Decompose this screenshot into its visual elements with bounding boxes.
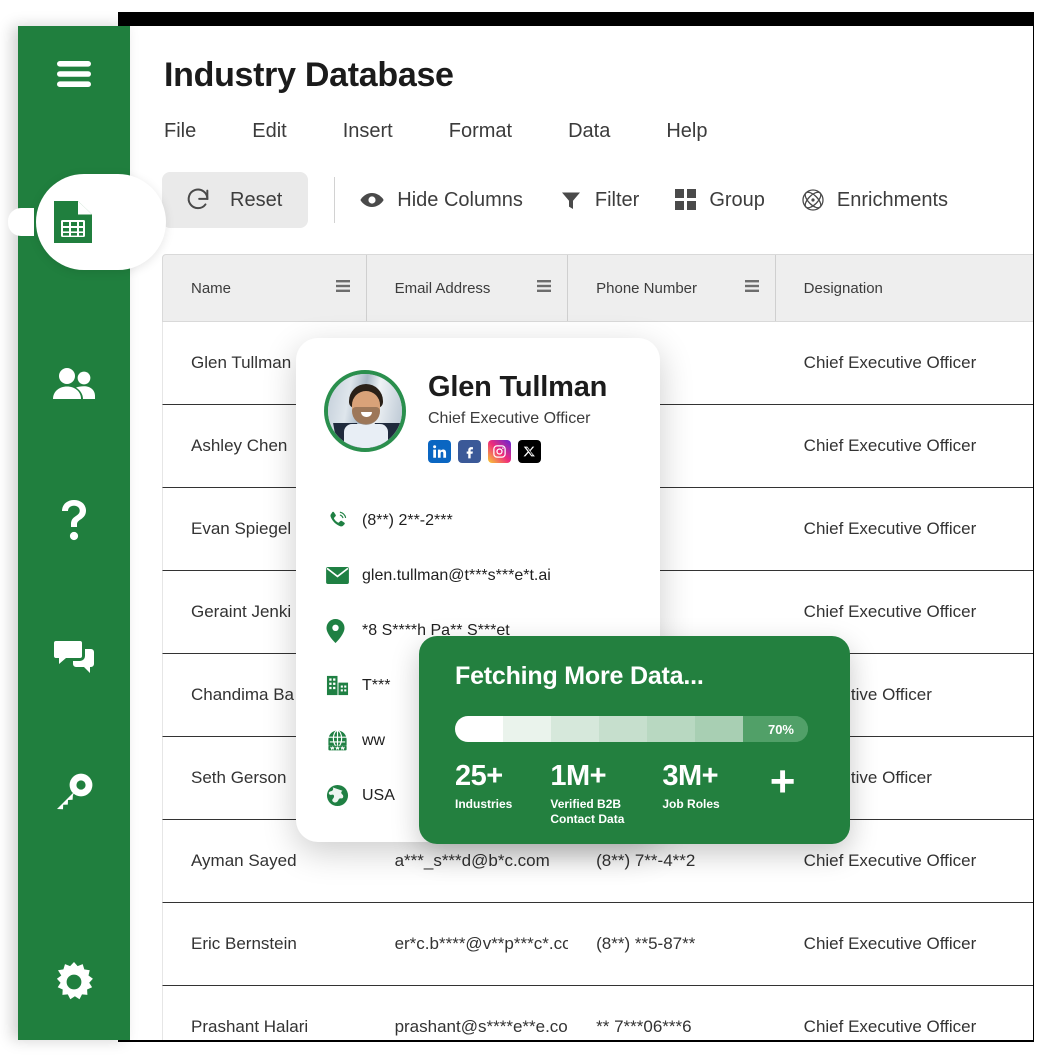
table-header-row: Name Email Address Phone Number Designat… [162,254,1033,322]
cell-designation: Chief Executive Officer [803,934,977,953]
globe-www-icon [326,729,362,752]
contact-detail-email: glen.tullman@t***s***e*t.ai [326,548,660,603]
column-menu-icon[interactable] [537,279,552,298]
eye-icon [359,187,385,213]
reset-label: Reset [230,188,283,211]
column-header-label: Name [191,279,232,297]
sidebar-item-spreadsheet[interactable] [8,174,166,270]
column-header-label: Email Address [394,279,491,297]
contact-website-value: ww [362,731,386,749]
contact-card-header: Glen Tullman Chief Executive Officer [296,338,660,464]
stat-number: 25+ [455,760,503,792]
facebook-icon[interactable] [458,440,481,464]
grid-icon [675,189,697,211]
progress-percent: 70% [767,721,794,737]
column-header-designation[interactable]: Designation [776,255,1033,321]
fetching-title: Fetching More Data... [455,662,704,690]
building-icon [326,674,362,697]
stat-verified-contacts: 1M+ Verified B2B Contact Data [550,762,624,827]
cell-designation: Chief Executive Officer [803,519,977,538]
sidebar-item-api-key[interactable] [46,764,102,820]
cell-name: Eric Bernstein [191,934,297,953]
envelope-icon [326,566,362,585]
stat-number: 3M+ [662,760,719,792]
menu-item-file[interactable]: File [164,120,196,143]
stat-caption: Industries [455,797,513,811]
contact-phone-value: (8**) 2**-2*** [362,511,453,529]
sidebar-item-settings[interactable] [46,954,102,1010]
cell-designation: Chief Executive Officer [803,353,977,372]
column-menu-icon[interactable] [744,279,759,298]
menu-toggle-button[interactable] [46,46,102,102]
toolbar: Reset Hide Columns Filter Group Enrichme… [162,172,948,228]
sidebar [8,26,166,1040]
fetching-data-card: Fetching More Data... 70% 25+ Industries… [419,636,850,844]
menu-item-edit[interactable]: Edit [252,120,286,143]
contact-company-value: T*** [362,676,391,694]
stats-row: 25+ Industries 1M+ Verified B2B Contact … [455,757,796,827]
stat-job-roles: 3M+ Job Roles [662,762,719,812]
plus-icon: + [769,757,796,806]
page-title: Industry Database [164,56,454,94]
avatar [324,370,406,452]
enrichments-button[interactable]: Enrichments [801,188,948,212]
column-header-label: Designation [803,279,883,297]
contact-country-value: USA [362,786,395,804]
menu-bar: File Edit Insert Format Data Help [164,120,707,143]
stat-industries: 25+ Industries [455,762,512,812]
reset-button[interactable]: Reset [162,172,309,228]
menu-item-insert[interactable]: Insert [343,120,393,143]
toolbar-divider [334,177,336,223]
earth-icon [326,784,362,807]
progress-remaining: 70% [743,716,808,742]
menu-item-data[interactable]: Data [568,120,610,143]
sidebar-item-help[interactable] [46,492,102,548]
column-menu-icon[interactable] [335,279,350,298]
hide-columns-button[interactable]: Hide Columns [359,187,523,213]
stat-caption: Verified B2B Contact Data [550,797,625,826]
map-pin-icon [326,618,362,643]
menu-item-help[interactable]: Help [666,120,707,143]
linkedin-icon[interactable] [428,440,451,464]
table-row[interactable]: Prashant Halari prashant@s****e**e.com *… [162,986,1033,1040]
instagram-icon[interactable] [488,440,511,464]
x-icon[interactable] [518,440,541,464]
filter-button[interactable]: Filter [559,188,639,212]
atom-icon [801,188,825,212]
contact-detail-phone: (8**) 2**-2*** [326,493,660,548]
column-header-label: Phone Number [596,279,698,297]
contact-role: Chief Executive Officer [428,410,591,428]
cell-email: er*c.b****@v**p***c*.com [394,934,569,953]
contact-email-value: glen.tullman@t***s***e*t.ai [362,566,551,584]
cell-phone: ** 7***06***6 [596,1017,692,1036]
sidebar-active-notch [8,208,34,236]
contact-identity: Glen Tullman Chief Executive Officer [406,370,608,464]
sidebar-item-chat[interactable] [46,628,102,684]
group-label: Group [709,188,765,211]
hide-columns-label: Hide Columns [397,188,523,211]
stat-caption: Job Roles [662,797,720,811]
filter-label: Filter [594,188,640,211]
contact-name: Glen Tullman [428,371,608,403]
refresh-icon [184,186,212,214]
column-header-phone[interactable]: Phone Number [568,255,776,321]
cell-email: prashant@s****e**e.com [394,1017,569,1036]
spreadsheet-icon [45,194,101,250]
cell-phone: (8**) **5-87** [596,934,696,953]
column-header-name[interactable]: Name [163,255,367,321]
cell-designation: Chief Executive Officer [803,1017,977,1036]
social-links [428,440,607,464]
enrichments-label: Enrichments [836,188,949,211]
stat-number: 1M+ [550,760,607,792]
progress-bar: 70% [455,716,808,742]
funnel-icon [559,188,583,212]
table-row[interactable]: Eric Bernstein er*c.b****@v**p***c*.com … [162,903,1033,986]
menu-item-format[interactable]: Format [449,120,512,143]
column-header-email[interactable]: Email Address [367,255,569,321]
sidebar-item-contacts[interactable] [46,356,102,412]
cell-designation: Chief Executive Officer [803,436,977,455]
cell-name: Prashant Halari [191,1017,309,1036]
group-button[interactable]: Group [675,189,765,212]
phone-icon [326,509,362,532]
